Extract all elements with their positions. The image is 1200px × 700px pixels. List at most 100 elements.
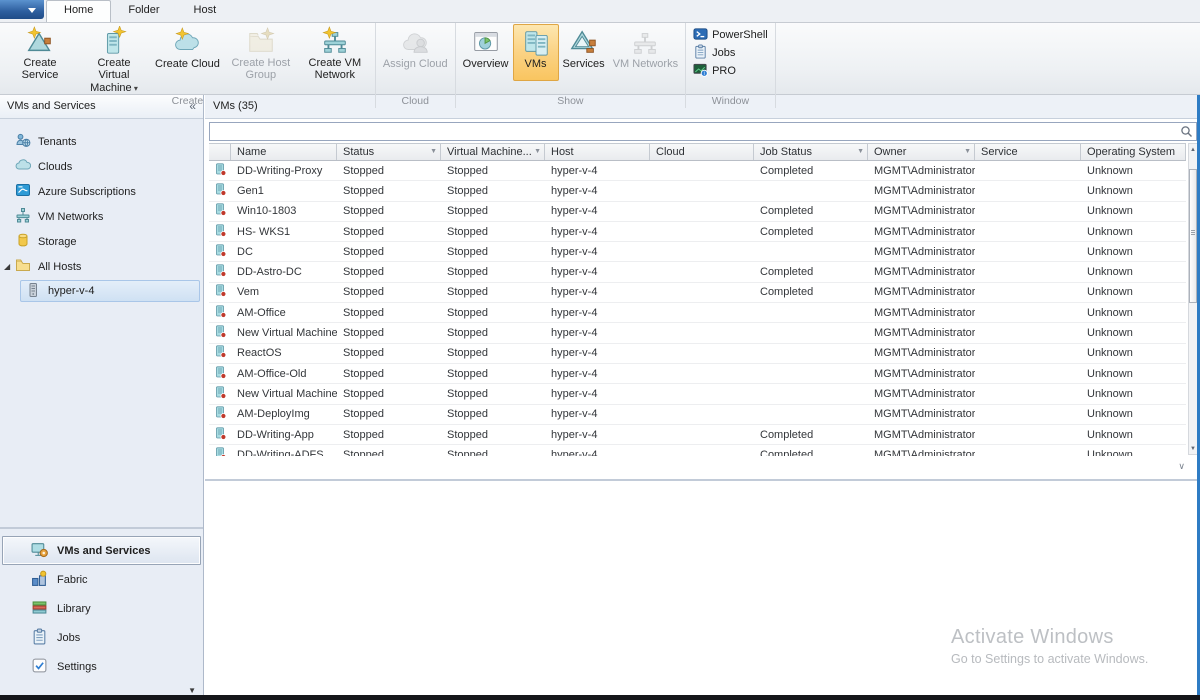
- column-header-job-status[interactable]: Job Status▼: [754, 144, 868, 160]
- column-header-host[interactable]: Host: [545, 144, 650, 160]
- sidebar-item-tenants[interactable]: Tenants: [0, 129, 203, 154]
- table-row[interactable]: New Virtual MachineStoppedStoppedhyper-v…: [209, 384, 1186, 404]
- column-header-owner[interactable]: Owner▼: [868, 144, 975, 160]
- vms-button[interactable]: VMs: [513, 24, 559, 81]
- scroll-down-icon[interactable]: ▼: [1189, 443, 1197, 454]
- cell-cloud: [650, 222, 754, 241]
- cell-host: hyper-v-4: [545, 425, 650, 444]
- nav-item-label: Settings: [57, 661, 97, 673]
- nav-item-fabric[interactable]: Fabric: [2, 565, 201, 594]
- chevron-down-icon: [28, 8, 36, 17]
- create-virtual-machine-button[interactable]: Create Virtual Machine ▾: [77, 24, 151, 81]
- filter-chevron-icon[interactable]: ▼: [857, 148, 864, 155]
- pro-button[interactable]: iPRO: [693, 62, 768, 80]
- cell-host: hyper-v-4: [545, 202, 650, 221]
- create-vm-network-button[interactable]: Create VM Network: [298, 24, 372, 81]
- column-header-icon[interactable]: [209, 144, 231, 160]
- table-row[interactable]: DD-Writing-ProxyStoppedStoppedhyper-v-4C…: [209, 161, 1186, 181]
- cell-service: [975, 344, 1081, 363]
- cell-vm_status: Stopped: [441, 262, 545, 281]
- vm-row-icon: [214, 284, 227, 300]
- scrollbar-thumb[interactable]: [1189, 169, 1197, 303]
- cell-name: DD-Astro-DC: [231, 262, 337, 281]
- details-pane-splitter[interactable]: [205, 479, 1197, 481]
- cell-status: Stopped: [337, 161, 441, 180]
- cell-os: Unknown: [1081, 202, 1186, 221]
- tab-host[interactable]: Host: [177, 0, 234, 22]
- sidebar-item-vm-networks[interactable]: VM Networks: [0, 204, 203, 229]
- scroll-up-icon[interactable]: ▲: [1189, 144, 1197, 155]
- table-row[interactable]: Win10-1803StoppedStoppedhyper-v-4Complet…: [209, 202, 1186, 222]
- cell-owner: MGMT\Administrator: [868, 222, 975, 241]
- table-row[interactable]: DD-Astro-DCStoppedStoppedhyper-v-4Comple…: [209, 262, 1186, 282]
- cell-cloud: [650, 181, 754, 200]
- search-icon[interactable]: [1180, 125, 1193, 138]
- table-row[interactable]: DD-Writing-ADFSStoppedStoppedhyper-v-4Co…: [209, 445, 1186, 456]
- table-row[interactable]: DCStoppedStoppedhyper-v-4MGMT\Administra…: [209, 242, 1186, 262]
- tab-home[interactable]: Home: [46, 0, 111, 22]
- ribbon-group-label: Show: [456, 95, 685, 108]
- vm-status-icon-cell: [209, 242, 231, 261]
- quick-access-toolbar-button[interactable]: [0, 0, 44, 19]
- column-header-name[interactable]: Name: [231, 144, 337, 160]
- cell-cloud: [650, 425, 754, 444]
- button-label: Create Host Group: [228, 57, 294, 82]
- table-row[interactable]: AM-Office-OldStoppedStoppedhyper-v-4MGMT…: [209, 364, 1186, 384]
- filter-chevron-icon[interactable]: ▼: [964, 148, 971, 155]
- column-header-label: Status: [343, 146, 374, 158]
- nav-overflow-chevron-icon[interactable]: ▼: [188, 686, 196, 695]
- create-vm-network-icon: [320, 26, 350, 56]
- search-input[interactable]: [210, 123, 1196, 140]
- create-service-button[interactable]: Create Service: [3, 24, 77, 81]
- vm-table: NameStatus▼Virtual Machine...▼HostCloudJ…: [209, 143, 1186, 456]
- column-header-service[interactable]: Service: [975, 144, 1081, 160]
- filter-chevron-icon[interactable]: ▼: [430, 148, 437, 155]
- host-icon: [25, 282, 41, 301]
- chevron-down-icon: ▾: [132, 84, 138, 93]
- vm-status-icon-cell: [209, 384, 231, 403]
- vm-row-icon: [214, 224, 227, 240]
- nav-item-jobs[interactable]: Jobs: [2, 623, 201, 652]
- column-header-operating-system[interactable]: Operating System: [1081, 144, 1186, 160]
- table-row[interactable]: HS- WKS1StoppedStoppedhyper-v-4Completed…: [209, 222, 1186, 242]
- filter-chevron-icon[interactable]: ▼: [534, 148, 541, 155]
- table-row[interactable]: DD-Writing-AppStoppedStoppedhyper-v-4Com…: [209, 425, 1186, 445]
- sidebar-item-clouds[interactable]: Clouds: [0, 154, 203, 179]
- sidebar-item-storage[interactable]: Storage: [0, 229, 203, 254]
- column-header-label: Virtual Machine...: [447, 146, 532, 158]
- cell-vm_status: Stopped: [441, 405, 545, 424]
- cell-job_status: [754, 323, 868, 342]
- sidebar-item-hyper-v-4[interactable]: hyper-v-4: [20, 280, 200, 302]
- cell-cloud: [650, 405, 754, 424]
- table-row[interactable]: Gen1StoppedStoppedhyper-v-4MGMT\Administ…: [209, 181, 1186, 201]
- overview-button[interactable]: Overview: [459, 24, 513, 81]
- table-row[interactable]: VemStoppedStoppedhyper-v-4CompletedMGMT\…: [209, 283, 1186, 303]
- vm-row-icon: [214, 264, 227, 280]
- pro-icon: i: [693, 62, 708, 80]
- sidebar-item-label: hyper-v-4: [48, 285, 94, 297]
- nav-item-settings[interactable]: Settings: [2, 652, 201, 681]
- column-header-virtual-machine[interactable]: Virtual Machine...▼: [441, 144, 545, 160]
- jobs-button[interactable]: Jobs: [693, 44, 768, 62]
- powershell-button[interactable]: PowerShell: [693, 26, 768, 44]
- services-button[interactable]: Services: [559, 24, 609, 81]
- sidebar-item-azure-subscriptions[interactable]: Azure Subscriptions: [0, 179, 203, 204]
- column-header-cloud[interactable]: Cloud: [650, 144, 754, 160]
- table-row[interactable]: New Virtual MachineStoppedStoppedhyper-v…: [209, 323, 1186, 343]
- nav-item-library[interactable]: Library: [2, 594, 201, 623]
- column-header-status[interactable]: Status ▼: [337, 144, 441, 160]
- create-cloud-button[interactable]: Create Cloud: [151, 24, 224, 81]
- button-label: Jobs: [712, 47, 735, 59]
- column-header-label: Name: [237, 146, 266, 158]
- expander-icon[interactable]: ◢: [4, 262, 10, 271]
- details-pane-chevron-icon[interactable]: ∨: [1178, 461, 1185, 472]
- table-row[interactable]: ReactOSStoppedStoppedhyper-v-4MGMT\Admin…: [209, 344, 1186, 364]
- sidebar-item-all-hosts[interactable]: ◢All Hosts: [0, 254, 203, 279]
- table-row[interactable]: AM-OfficeStoppedStoppedhyper-v-4MGMT\Adm…: [209, 303, 1186, 323]
- tab-folder[interactable]: Folder: [111, 0, 176, 22]
- cell-service: [975, 425, 1081, 444]
- nav-item-vms-and-services[interactable]: VMs and Services: [2, 536, 201, 565]
- cell-cloud: [650, 445, 754, 456]
- cell-vm_status: Stopped: [441, 344, 545, 363]
- table-row[interactable]: AM-DeployImgStoppedStoppedhyper-v-4MGMT\…: [209, 405, 1186, 425]
